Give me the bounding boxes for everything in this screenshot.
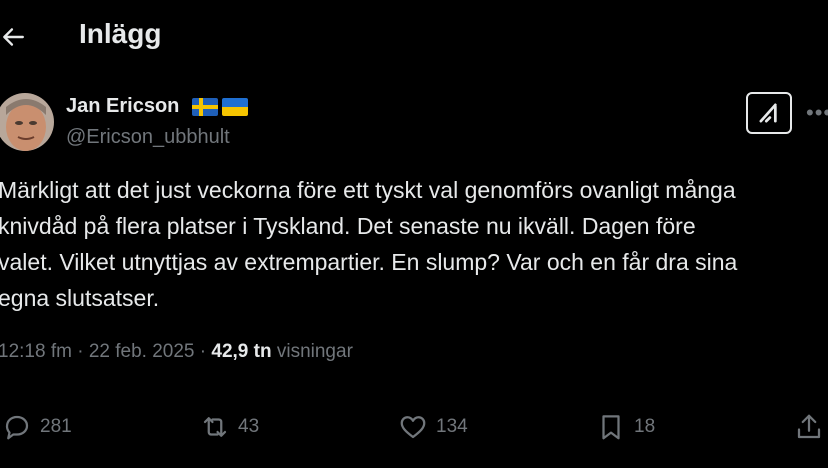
- back-arrow-icon[interactable]: [0, 24, 26, 50]
- sweden-flag-icon: [192, 98, 218, 116]
- page-title: Inlägg: [79, 18, 162, 49]
- tweet-text: Märkligt att det just veckorna före ett …: [0, 177, 738, 311]
- avatar[interactable]: [0, 93, 54, 151]
- views-count: 42,9 tn: [211, 341, 272, 362]
- bookmark-icon: [602, 415, 620, 440]
- like-button[interactable]: 134: [398, 412, 468, 442]
- separator: ·: [199, 341, 207, 362]
- separator: ·: [77, 341, 84, 362]
- reply-icon: [5, 415, 29, 440]
- repost-count: 43: [238, 416, 260, 437]
- reply-button[interactable]: 281: [2, 412, 72, 442]
- repost-button[interactable]: 43: [200, 412, 259, 442]
- ukraine-flag-icon: [222, 98, 248, 116]
- grok-icon[interactable]: [746, 92, 792, 134]
- tweet-date[interactable]: 22 feb. 2025: [89, 341, 195, 362]
- views-label: visningar: [276, 341, 353, 362]
- bookmark-button[interactable]: 18: [596, 412, 655, 442]
- repost-icon: [203, 417, 227, 437]
- reply-count: 281: [40, 416, 72, 437]
- flags: [192, 98, 248, 116]
- author-handle[interactable]: @Ericson_ubbhult: [66, 126, 230, 149]
- tweet-time[interactable]: 12:18 fm: [0, 341, 72, 362]
- like-count: 134: [436, 416, 468, 437]
- share-button[interactable]: [794, 412, 824, 442]
- bookmark-count: 18: [634, 416, 656, 437]
- heart-icon: [400, 416, 426, 439]
- share-icon: [797, 414, 821, 439]
- tweet-meta: 12:18 fm · 22 feb. 2025 · 42,9 tn visnin…: [0, 341, 353, 363]
- author-name[interactable]: Jan Ericson: [66, 95, 179, 118]
- more-options-icon[interactable]: •••: [806, 100, 828, 126]
